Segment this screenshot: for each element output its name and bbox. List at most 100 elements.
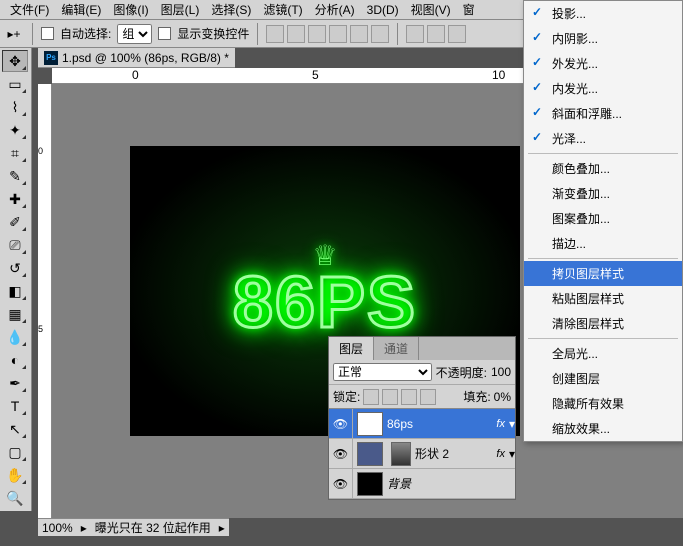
layer-style-context-menu: ✓投影...✓内阴影...✓外发光...✓内发光...✓斜面和浮雕...✓光泽.… <box>523 0 683 442</box>
show-transform-checkbox[interactable] <box>158 27 171 40</box>
fx-icon[interactable]: fx <box>492 418 509 430</box>
menu-filter[interactable]: 滤镜(T) <box>257 1 308 18</box>
menu-select[interactable]: 选择(S) <box>205 1 257 18</box>
menu-window[interactable]: 窗 <box>457 1 481 18</box>
context-menu-item[interactable]: ✓外发光... <box>524 51 682 76</box>
menu-image[interactable]: 图像(I) <box>107 1 154 18</box>
layer-thumb <box>357 442 383 466</box>
context-menu-item[interactable]: 图案叠加... <box>524 206 682 231</box>
status-bar: 100% ▸ 曝光只在 32 位起作用 ▸ <box>38 518 229 536</box>
auto-select-label: 自动选择: <box>60 25 111 42</box>
zoom-level[interactable]: 100% <box>42 521 73 535</box>
neon-text: 86PS <box>233 262 417 344</box>
menu-analysis[interactable]: 分析(A) <box>309 1 361 18</box>
blur-tool[interactable]: 💧 <box>2 326 28 348</box>
stamp-tool[interactable]: ⎚ <box>2 234 28 256</box>
layer-name: 背景 <box>387 475 411 492</box>
tab-layers[interactable]: 图层 <box>329 337 374 360</box>
eyedropper-tool[interactable]: ✎ <box>2 165 28 187</box>
align-icon[interactable] <box>287 25 305 43</box>
menu-edit[interactable]: 编辑(E) <box>55 1 107 18</box>
hand-tool[interactable]: ✋ <box>2 464 28 486</box>
visibility-icon[interactable]: 👁 <box>329 469 353 498</box>
lock-transparent-icon[interactable] <box>363 389 379 405</box>
context-menu-item[interactable]: 全局光... <box>524 341 682 366</box>
lock-position-icon[interactable] <box>401 389 417 405</box>
dodge-tool[interactable]: ◐ <box>2 349 28 371</box>
menu-file[interactable]: 文件(F) <box>4 1 55 18</box>
context-menu-item[interactable]: 描边... <box>524 231 682 256</box>
distribute-icons <box>406 25 466 43</box>
context-menu-item[interactable]: 渐变叠加... <box>524 181 682 206</box>
layer-name: 形状 2 <box>415 445 449 462</box>
tab-channels[interactable]: 通道 <box>374 337 419 360</box>
fill-value[interactable]: 0% <box>494 390 511 404</box>
fill-label: 填充: <box>463 388 490 405</box>
wand-tool[interactable]: ✦ <box>2 119 28 141</box>
visibility-icon[interactable]: 👁 <box>329 409 353 438</box>
auto-select-dropdown[interactable]: 组 <box>117 24 152 44</box>
type-tool[interactable]: T <box>2 395 28 417</box>
context-menu-item[interactable]: ✓内发光... <box>524 76 682 101</box>
layer-item[interactable]: 👁 形状 2 fx▾ <box>329 439 515 469</box>
context-menu-item[interactable]: 清除图层样式 <box>524 311 682 336</box>
context-menu-item[interactable]: ✓光泽... <box>524 126 682 151</box>
ps-icon: Ps <box>44 51 58 65</box>
shape-tool[interactable]: ▢ <box>2 441 28 463</box>
layers-panel: 图层 通道 正常 不透明度: 100 锁定: 填充: 0% 👁 T 86ps f… <box>328 336 516 500</box>
history-brush-tool[interactable]: ↺ <box>2 257 28 279</box>
distribute-icon[interactable] <box>406 25 424 43</box>
align-icon[interactable] <box>266 25 284 43</box>
context-menu-item[interactable]: 粘贴图层样式 <box>524 286 682 311</box>
lock-image-icon[interactable] <box>382 389 398 405</box>
align-icon[interactable] <box>350 25 368 43</box>
zoom-tool[interactable]: 🔍 <box>2 487 28 509</box>
context-menu-item[interactable]: 创建图层 <box>524 366 682 391</box>
auto-select-checkbox[interactable] <box>41 27 54 40</box>
path-tool[interactable]: ↖ <box>2 418 28 440</box>
context-menu-item[interactable]: 缩放效果... <box>524 416 682 441</box>
fx-icon[interactable]: fx <box>492 448 509 460</box>
context-menu-item[interactable]: 拷贝图层样式 <box>524 261 682 286</box>
layer-name: 86ps <box>387 417 413 431</box>
context-menu-item[interactable]: 颜色叠加... <box>524 156 682 181</box>
lock-all-icon[interactable] <box>420 389 436 405</box>
layer-item[interactable]: 👁 背景 <box>329 469 515 499</box>
lock-label: 锁定: <box>333 388 360 405</box>
brush-tool[interactable]: ✐ <box>2 211 28 233</box>
distribute-icon[interactable] <box>427 25 445 43</box>
context-menu-item[interactable]: ✓内阴影... <box>524 26 682 51</box>
blend-mode-select[interactable]: 正常 <box>333 363 432 381</box>
menu-3d[interactable]: 3D(D) <box>361 3 405 17</box>
align-icon[interactable] <box>308 25 326 43</box>
context-menu-item[interactable]: 隐藏所有效果 <box>524 391 682 416</box>
lasso-tool[interactable]: ⌇ <box>2 96 28 118</box>
distribute-icon[interactable] <box>448 25 466 43</box>
visibility-icon[interactable]: 👁 <box>329 439 353 468</box>
menu-view[interactable]: 视图(V) <box>405 1 457 18</box>
document-tab[interactable]: Ps 1.psd @ 100% (86ps, RGB/8) * <box>38 48 235 68</box>
align-icons <box>266 25 389 43</box>
status-info: 曝光只在 32 位起作用 <box>95 519 211 536</box>
context-menu-item[interactable]: ✓斜面和浮雕... <box>524 101 682 126</box>
gradient-tool[interactable]: ▦ <box>2 303 28 325</box>
move-tool[interactable]: ✥ <box>2 50 28 72</box>
eraser-tool[interactable]: ◧ <box>2 280 28 302</box>
opacity-value[interactable]: 100 <box>491 365 511 379</box>
healing-tool[interactable]: ✚ <box>2 188 28 210</box>
layer-thumb: T <box>357 412 383 436</box>
crop-tool[interactable]: ⌗ <box>2 142 28 164</box>
marquee-tool[interactable]: ▭ <box>2 73 28 95</box>
align-icon[interactable] <box>371 25 389 43</box>
pen-tool[interactable]: ✒ <box>2 372 28 394</box>
layer-mask <box>391 442 411 466</box>
context-menu-item[interactable]: ✓投影... <box>524 1 682 26</box>
show-transform-label: 显示变换控件 <box>177 25 249 42</box>
menu-layer[interactable]: 图层(L) <box>155 1 206 18</box>
layer-item[interactable]: 👁 T 86ps fx▾ <box>329 409 515 439</box>
document-title: 1.psd @ 100% (86ps, RGB/8) * <box>62 51 229 65</box>
move-tool-icon: ▸+ <box>4 24 24 44</box>
align-icon[interactable] <box>329 25 347 43</box>
opacity-label: 不透明度: <box>436 364 487 381</box>
ruler-vertical: 0 5 <box>38 84 52 518</box>
